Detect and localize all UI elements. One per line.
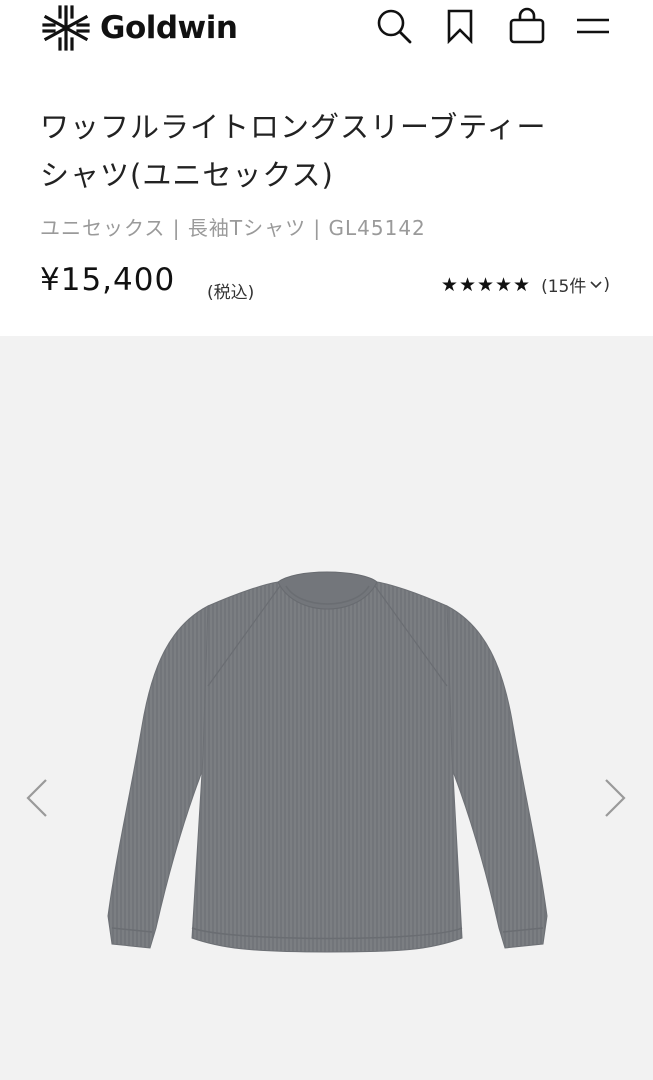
menu-button[interactable] <box>571 4 615 48</box>
tax-note: (税込) <box>207 283 255 303</box>
bookmark-icon <box>447 9 473 44</box>
goldwin-logo-mark-icon <box>42 5 90 51</box>
rating-stars: ★★★★★ <box>440 273 532 296</box>
search-button[interactable] <box>372 4 416 48</box>
chevron-right-icon[interactable] <box>600 776 630 820</box>
search-icon <box>377 9 412 44</box>
product-title-line1: ワッフルライトロングスリーブティー <box>40 110 547 144</box>
review-count-toggle[interactable]: (15件 ) <box>541 272 610 298</box>
brand-logo[interactable]: Goldwin <box>40 3 238 53</box>
chevron-down-icon <box>590 280 602 288</box>
cart-button[interactable] <box>505 4 549 48</box>
brand-name: Goldwin <box>100 10 238 46</box>
review-count: (15件 <box>541 277 587 297</box>
product-meta: ユニセックス | 長袖Tシャツ | GL45142 <box>40 216 426 240</box>
product-image <box>107 571 548 953</box>
favorites-button[interactable] <box>438 4 482 48</box>
product-price: ¥15,400 <box>40 262 176 298</box>
site-header: Goldwin <box>0 0 653 66</box>
review-count-close-paren: ) <box>603 274 610 295</box>
menu-icon <box>577 18 609 34</box>
price-row: ¥15,400 (税込) ★★★★★ (15件 ) <box>40 262 615 312</box>
bag-icon <box>509 7 545 44</box>
product-title-line2: シャツ(ユニセックス) <box>40 158 334 192</box>
chevron-left-icon[interactable] <box>22 776 52 820</box>
rating[interactable]: ★★★★★ (15件 ) <box>440 272 610 298</box>
product-gallery <box>0 336 653 1080</box>
product-title: ワッフルライトロングスリーブティー シャツ(ユニセックス) <box>40 103 620 199</box>
